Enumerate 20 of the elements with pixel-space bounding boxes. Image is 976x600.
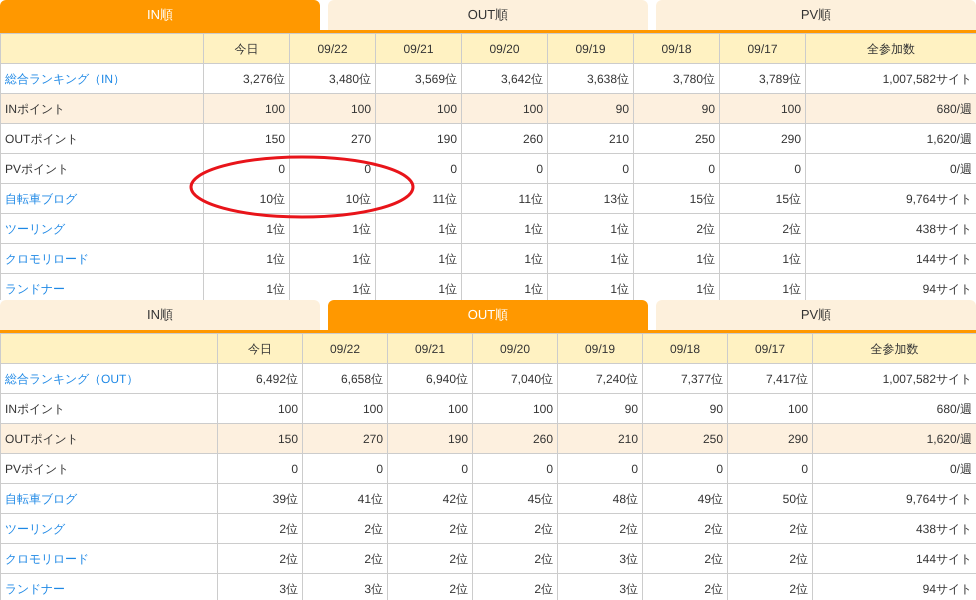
ranking-tab[interactable]: IN順 — [0, 0, 320, 30]
row-label: OUTポイント — [5, 432, 78, 446]
category-link[interactable]: ランドナー — [5, 582, 65, 596]
row-label: OUTポイント — [5, 132, 78, 146]
category-link[interactable]: ツーリング — [5, 222, 65, 236]
category-link[interactable]: ツーリング — [5, 522, 65, 536]
row-label: PVポイント — [5, 462, 70, 476]
category-link[interactable]: クロモリロード — [5, 552, 89, 566]
row-label: INポイント — [5, 102, 65, 116]
ranking-tab[interactable]: OUT順 — [328, 0, 648, 30]
category-link[interactable]: ランドナー — [5, 282, 65, 296]
row-label: PVポイント — [5, 162, 70, 176]
row-label: INポイント — [5, 402, 65, 416]
ranking-tab[interactable]: PV順 — [656, 300, 976, 330]
category-link[interactable]: 自転車ブログ — [5, 492, 77, 506]
ranking-tab[interactable]: PV順 — [656, 0, 976, 30]
category-link[interactable]: クロモリロード — [5, 252, 89, 266]
ranking-tab[interactable]: OUT順 — [328, 300, 648, 330]
category-link[interactable]: 自転車ブログ — [5, 192, 77, 206]
ranking-tab[interactable]: IN順 — [0, 300, 320, 330]
